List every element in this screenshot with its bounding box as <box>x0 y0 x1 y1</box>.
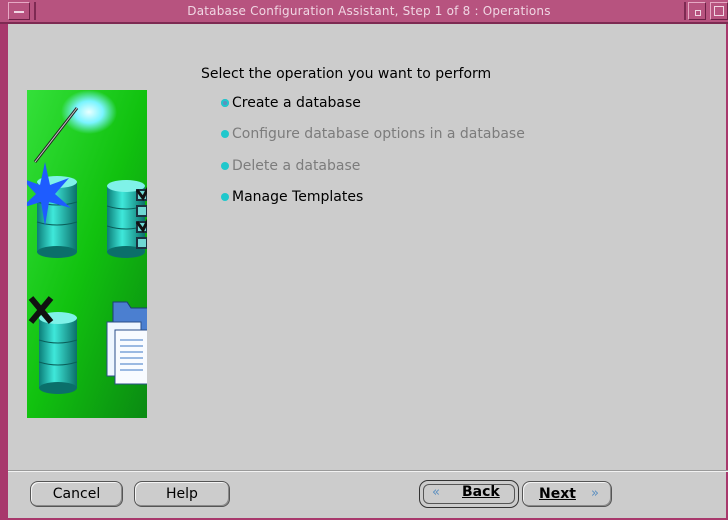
wand-glow-icon <box>61 90 117 134</box>
option-label: Delete a database <box>232 158 361 174</box>
title-bar[interactable]: Database Configuration Assistant, Step 1… <box>0 0 728 24</box>
next-button[interactable]: Next » <box>522 481 612 507</box>
window-title: Database Configuration Assistant, Step 1… <box>187 4 551 18</box>
radio-icon <box>221 193 229 201</box>
title-divider <box>684 2 686 20</box>
operations-illustration <box>27 90 147 418</box>
radio-selected-icon <box>221 99 229 107</box>
help-button[interactable]: Help <box>134 481 230 507</box>
next-arrow-icon: » <box>591 486 599 501</box>
radio-icon <box>221 162 229 170</box>
option-label: Create a database <box>232 95 361 111</box>
option-label: Manage Templates <box>232 189 364 205</box>
radio-icon <box>221 130 229 138</box>
next-button-label: Next <box>539 486 576 502</box>
maximize-icon <box>714 6 724 16</box>
minimize-icon <box>695 10 701 16</box>
templates-folder-icon <box>106 301 147 385</box>
back-arrow-icon: « <box>432 485 440 500</box>
cancel-button[interactable]: Cancel <box>30 481 123 507</box>
minimize-button[interactable] <box>688 2 706 20</box>
footer-divider <box>8 470 728 472</box>
option-label: Configure database options in a database <box>232 126 525 142</box>
operation-prompt: Select the operation you want to perform <box>201 66 492 82</box>
maximize-button[interactable] <box>710 2 728 20</box>
back-button[interactable]: « Back <box>419 480 519 508</box>
back-button-label: Back <box>462 484 500 500</box>
database-delete-icon <box>38 312 78 394</box>
